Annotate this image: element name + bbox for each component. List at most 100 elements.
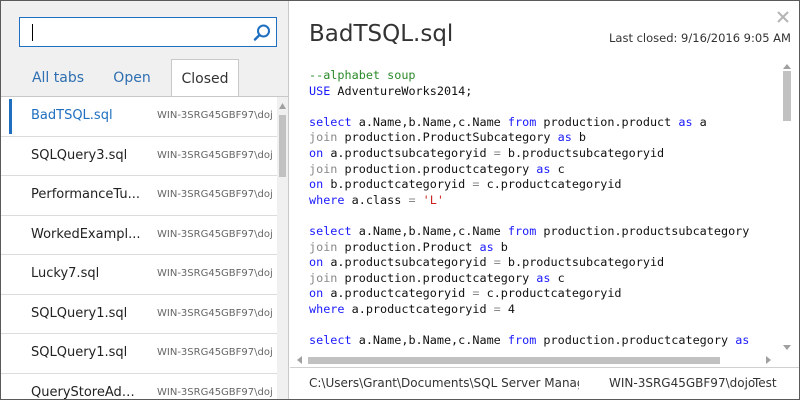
code-token: select [309,223,352,238]
code-token: a.productsubcategoryid [323,255,494,270]
code-line: on a.productcategoryid = c.productcatego… [309,286,779,302]
list-item-name: QueryStoreAdd... [31,384,141,400]
list-item[interactable]: SQLQuery1.sql WIN-3SRG45GBF97\dojo [1,334,277,374]
code-token: 4 [500,301,515,316]
list-item-server: WIN-3SRG45GBF97\dojo [157,268,273,279]
code-line: select a.Name,b.Name,c.Name from product… [309,115,779,131]
search-input[interactable] [36,19,251,45]
list-scrollbar-thumb[interactable] [279,115,286,177]
code-token: select [309,114,352,129]
list-item-name: WorkedExampl... [31,226,141,242]
list-item-name: PerformanceTu... [31,187,140,202]
search-icon[interactable] [252,23,272,43]
tab-closed[interactable]: Closed [171,59,239,97]
code-token: a.Name,b.Name,c.Name [351,333,508,348]
code-token: production.productcategory [536,333,736,348]
code-token: join [309,270,338,285]
code-token: a.Name,b.Name,c.Name [351,223,508,238]
text-cursor [32,24,33,41]
list-item-server: WIN-3SRG45GBF97\dojo [157,228,273,240]
tab-all-tabs[interactable]: All tabs [17,59,99,97]
code-token: from [507,333,537,348]
status-bar: C:\Users\Grant\Documents\SQL Server Mana… [290,367,799,399]
code-token: a.productcategoryid [323,286,473,301]
last-closed-label: Last closed: 9/16/2016 9:05 AM [609,31,791,45]
list-item[interactable]: QueryStoreAdd... WIN-3SRG45GBF97\dojo [1,374,277,400]
code-token: where [309,192,345,207]
code-token: b.productsubcategoryid [500,145,665,160]
code-horizontal-scrollbar[interactable] [290,353,781,367]
code-token: as [735,333,750,348]
code-token: join [309,161,338,176]
code-line: where a.class = 'L' [309,193,779,209]
tab-history-panel: All tabs Open Closed BadTSQL.sql WIN-3SR… [1,1,289,399]
code-line: on a.productsubcategoryid = b.productsub… [309,146,779,162]
list-item-name: SQLQuery1.sql [31,305,128,321]
code-line: --alphabet soup [309,68,779,84]
code-token: a.class [344,192,409,207]
search-box[interactable] [19,17,277,47]
code-token: from [507,114,537,129]
code-token: on [309,286,324,301]
scroll-left-arrow-icon[interactable] [296,354,302,366]
close-icon[interactable] [775,9,791,25]
list-item[interactable]: BadTSQL.sql WIN-3SRG45GBF97\dojo [1,97,277,137]
code-token: as [536,270,551,285]
code-token: a.productsubcategoryid [323,145,494,160]
code-token: c [550,270,565,285]
code-token: production.ProductSubcategory [337,130,558,145]
code-line: join production.ProductSubcategory as b [309,130,779,146]
code-token: production.Product [337,239,480,254]
code-line: select a.Name,b.Name,c.Name from product… [309,224,779,240]
list-item-name: SQLQuery1.sql [31,345,128,360]
scroll-down-arrow-icon[interactable] [781,345,793,351]
code-token: --alphabet soup [309,68,416,82]
code-vertical-scrollbar-thumb[interactable] [783,71,791,121]
code-token: b.productcategoryid [323,177,473,192]
list-item-server: WIN-3SRG45GBF97\dojo [157,110,273,121]
list-item-server: WIN-3SRG45GBF97\dojo [157,149,273,161]
list-scrollbar[interactable] [277,97,288,399]
code-token: b.productsubcategoryid [500,255,665,270]
code-token: = [408,192,416,207]
code-line: join production.productcategory as c [309,162,779,178]
closed-tab-list: BadTSQL.sql WIN-3SRG45GBF97\dojo SQLQuer… [1,97,277,399]
list-item[interactable]: PerformanceTu... WIN-3SRG45GBF97\dojo [1,176,277,216]
list-item[interactable]: WorkedExampl... WIN-3SRG45GBF97\dojo [1,216,277,255]
code-line: on a.productsubcategoryid = b.productsub… [309,255,779,271]
file-title: BadTSQL.sql [309,21,454,47]
code-token: from [507,223,537,238]
code-token: production.product [536,114,679,129]
code-token: = [493,255,501,270]
scroll-up-arrow-icon[interactable] [279,103,286,109]
code-token: = [493,145,501,160]
code-token: a [692,114,707,129]
code-token: c [550,161,565,176]
list-item-server: WIN-3SRG45GBF97\dojo [157,189,273,200]
scroll-right-arrow-icon[interactable] [766,354,772,366]
status-file-path: C:\Users\Grant\Documents\SQL Server Mana… [309,376,579,390]
list-item[interactable]: SQLQuery1.sql WIN-3SRG45GBF97\dojo [1,295,277,334]
code-token: = [493,301,501,316]
scroll-up-arrow-icon[interactable] [781,63,793,69]
code-token: join [309,239,338,254]
code-token: b [493,239,508,254]
list-item[interactable]: SQLQuery3.sql WIN-3SRG45GBF97\dojo [1,137,277,176]
list-item-server: WIN-3SRG45GBF97\dojo [157,386,273,398]
code-token: a.productcategoryid [344,301,494,316]
code-vertical-scrollbar[interactable] [781,63,793,353]
list-item[interactable]: Lucky7.sql WIN-3SRG45GBF97\dojo [1,255,277,295]
code-token: b [571,130,587,145]
code-horizontal-scrollbar-thumb[interactable] [308,357,720,364]
window: All tabs Open Closed BadTSQL.sql WIN-3SR… [0,0,800,400]
code-token: join [309,130,338,145]
status-database: Test [753,376,777,390]
code-token: on [309,255,324,270]
tab-open[interactable]: Open [101,59,163,97]
code-token: on [309,145,324,160]
code-token: as [536,161,551,176]
code-token: USE [309,83,331,98]
